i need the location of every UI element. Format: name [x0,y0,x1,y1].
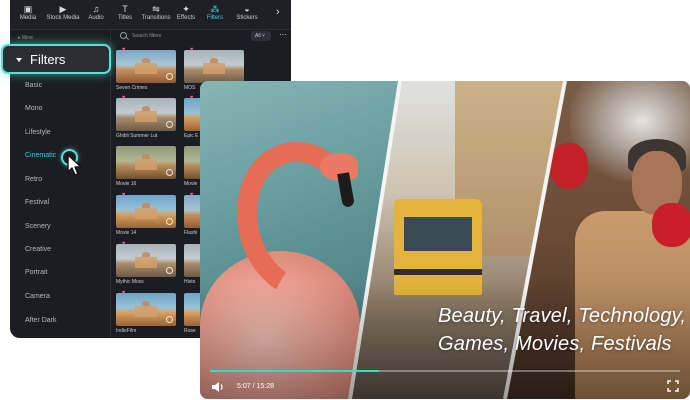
filter-thumb-ghibli-summer-lut[interactable] [116,98,176,131]
filter-scope-dropdown[interactable]: All ˅ [251,31,271,41]
filter-thumb-indiefilm[interactable] [116,293,176,326]
fullscreen-icon[interactable] [667,380,679,392]
chevron-right-icon[interactable]: › [276,6,280,18]
favorite-heart-icon: ♥ [189,47,194,53]
favorite-heart-icon: ♥ [189,192,194,198]
filter-label: Seven Crimes [116,85,148,91]
effects-icon: ✦ [182,4,190,14]
search-bar: Search filters All ˅ ⋯ [116,30,291,44]
download-icon [166,73,173,80]
filter-label: Movie 16 [116,181,137,187]
category-lifestyle[interactable]: Lifestyle [25,129,51,136]
favorite-heart-icon: ♥ [121,192,126,198]
filter-thumb-seven-crimes[interactable] [116,50,176,83]
category-basic[interactable]: Basic [25,82,42,89]
filter-label: Movie [184,181,198,187]
tab-filters[interactable]: ⁂ Filters [204,4,226,26]
tab-label: Effects [176,15,196,21]
filter-category-sidebar: ▸ Mine Basic Mono Lifestyle Cinematic Re… [10,30,106,338]
tab-label: Stock Media [46,15,80,21]
download-icon [166,267,173,274]
category-cinematic[interactable]: Cinematic [25,152,56,159]
tab-audio[interactable]: ♫ Audio [85,4,107,26]
category-mono[interactable]: Mono [25,105,43,112]
video-preview-player[interactable]: Beauty, Travel, Technology, Games, Movie… [200,81,690,399]
tab-media[interactable]: ▣ Media [15,4,41,26]
filter-label: Ghibli Summer Lut [116,133,158,139]
top-toolbar: ▣ Media ▶ Stock Media ♫ Audio T Titles ⇋ Tran… [10,0,291,30]
mouse-cursor-icon [67,154,82,176]
download-icon [166,316,173,323]
transitions-icon: ⇋ [152,4,160,14]
download-icon [166,121,173,128]
dropdown-value: All [255,33,261,39]
more-options-icon[interactable]: ⋯ [279,30,287,39]
tab-transitions[interactable]: ⇋ Transitions [140,4,172,26]
category-portrait[interactable]: Portrait [25,269,48,276]
filter-thumb-mos[interactable] [184,50,244,83]
mine-label: Mine [21,35,33,41]
caret-down-icon [16,58,22,62]
favorite-heart-icon: ♥ [121,290,126,296]
category-after-dark[interactable]: After Dark [25,317,57,324]
tab-label: Audio [88,15,104,21]
filter-label: Flashi [184,230,198,236]
tab-label: Titles [117,15,133,21]
category-retro[interactable]: Retro [25,176,42,183]
download-icon [166,218,173,225]
filter-thumb-mythic-moss[interactable] [116,244,176,277]
stock-media-icon: ▶ [59,4,67,14]
filters-icon: ⁂ [210,4,220,14]
playback-time: 5:07 / 15:28 [237,383,274,390]
favorite-heart-icon: ♥ [121,47,126,53]
filter-label: Epic E [184,133,199,139]
filter-thumb-movie-16[interactable] [116,146,176,179]
category-camera[interactable]: Camera [25,293,50,300]
filter-label: Movie 14 [116,230,137,236]
filters-category-header[interactable]: Filters [1,44,111,74]
tab-label: Stickers [236,15,258,21]
category-scenery[interactable]: Scenery [25,223,51,230]
search-icon [120,32,127,39]
stickers-icon: ◒ [244,4,250,14]
filter-label: Rose [184,328,196,334]
filter-thumb-movie-14[interactable] [116,195,176,228]
filter-label: MOS [184,85,196,91]
filter-label: Mythic Moss [116,279,144,285]
tab-label: Transitions [141,15,171,21]
caption-line-1: Beauty, Travel, Technology, [438,305,687,327]
category-creative[interactable]: Creative [25,246,51,253]
mine-section[interactable]: ▸ Mine [18,35,33,41]
tab-effects[interactable]: ✦ Effects [174,4,198,26]
titles-icon: T [122,4,128,14]
tab-titles[interactable]: T Titles [114,4,136,26]
tab-stock-media[interactable]: ▶ Stock Media [43,4,83,26]
filter-label: Histo [184,279,196,285]
playback-progress-bar[interactable] [210,370,680,372]
favorite-heart-icon: ♥ [121,95,126,101]
progress-fill [210,370,380,372]
filters-header-label: Filters [30,52,66,67]
caption-line-2: Games, Movies, Festivals [438,333,672,355]
media-icon: ▣ [23,4,33,14]
category-festival[interactable]: Festival [25,199,49,206]
search-input[interactable]: Search filters [132,33,161,39]
tab-label: Filters [206,15,224,21]
panel-divider [110,30,111,338]
audio-icon: ♫ [92,4,100,14]
favorite-heart-icon: ♥ [121,241,126,247]
download-icon [166,169,173,176]
filter-label: IndieFilm [116,328,137,334]
tab-stickers[interactable]: ◒ Stickers [234,4,260,26]
tab-label: Media [19,15,37,21]
volume-icon[interactable] [211,381,225,393]
favorite-heart-icon: ♥ [189,95,194,101]
